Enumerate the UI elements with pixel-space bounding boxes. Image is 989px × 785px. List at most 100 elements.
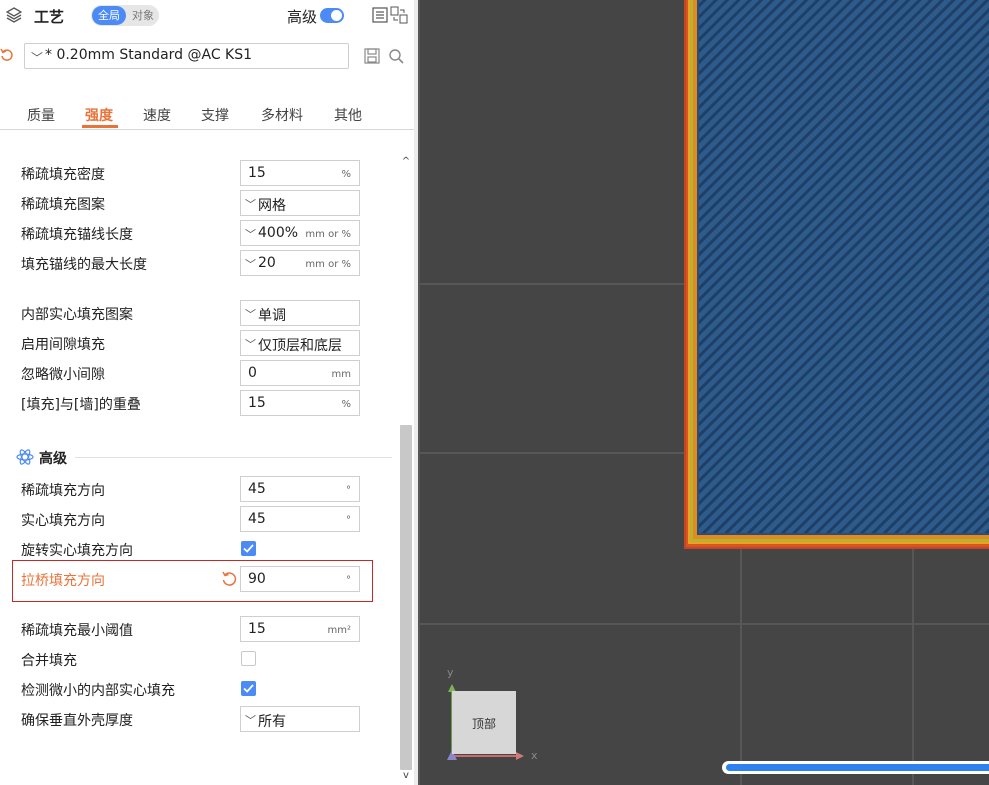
gap-fill-select[interactable]: ﹀ 仅顶层和底层 (240, 330, 360, 356)
compare-icon[interactable] (390, 6, 408, 24)
field-unit: % (341, 169, 351, 180)
chevron-down-icon: ﹀ (31, 51, 44, 65)
merge-infill-checkbox[interactable] (241, 651, 256, 666)
field-unit: ° (346, 485, 351, 496)
min-sparse-infill-threshold-input[interactable]: 15 mm² (240, 616, 360, 642)
chevron-down-icon: ﹀ (245, 308, 256, 321)
list-icon[interactable] (372, 7, 388, 23)
layers-icon (6, 7, 22, 23)
reset-icon[interactable] (221, 571, 237, 587)
scope-global-button[interactable]: 全局 (92, 6, 126, 25)
setting-label: 启用间隙填充 (21, 337, 105, 353)
setting-label: 确保垂直外壳厚度 (21, 713, 133, 729)
field-value: 90 (248, 571, 266, 587)
field-unit: mm² (327, 625, 352, 636)
progress-fill (726, 764, 989, 771)
sparse-infill-pattern-select[interactable]: ﹀ 网格 (240, 190, 360, 216)
sparse-infill-density-input[interactable]: 15 % (240, 160, 360, 186)
grid-line (418, 623, 989, 625)
undo-icon[interactable] (0, 48, 14, 62)
scope-object-button[interactable]: 对象 (128, 6, 158, 25)
field-value: 45 (248, 511, 266, 527)
sparse-infill-anchor-combo[interactable]: ﹀ 400% mm or % (240, 220, 360, 246)
setting-label: 稀疏填充最小阈值 (21, 623, 133, 639)
advanced-settings-icon (16, 449, 34, 465)
3d-viewport[interactable]: y x 顶部 (418, 0, 989, 785)
chevron-down-icon[interactable]: v (401, 771, 411, 781)
advanced-section-title: 高级 (39, 451, 67, 467)
field-value: 仅顶层和底层 (258, 338, 342, 354)
checkmark-icon (243, 544, 254, 553)
internal-solid-pattern-select[interactable]: ﹀ 单调 (240, 300, 360, 326)
chevron-down-icon: ﹀ (245, 338, 256, 351)
setting-label-modified: 拉桥填充方向 (21, 573, 105, 589)
search-icon[interactable] (388, 48, 404, 64)
field-value: 20 (258, 255, 276, 271)
profile-row: ﹀ * 0.20mm Standard @AC KS1 (0, 40, 418, 72)
setting-label: 旋转实心填充方向 (21, 543, 133, 559)
axis-x-label: x (531, 749, 538, 762)
field-unit: mm or % (305, 259, 351, 270)
field-unit: mm or % (305, 229, 351, 240)
tab-strength[interactable]: 强度 (85, 105, 113, 125)
infill-wall-overlap-input[interactable]: 15 % (240, 390, 360, 416)
tab-others[interactable]: 其他 (334, 105, 362, 125)
rotate-solid-infill-checkbox[interactable] (241, 541, 256, 556)
grid-line (418, 0, 420, 785)
preset-dropdown[interactable]: ﹀ * 0.20mm Standard @AC KS1 (24, 43, 349, 69)
scrollbar-thumb[interactable] (400, 425, 412, 770)
tab-speed[interactable]: 速度 (143, 105, 171, 125)
sparse-infill-direction-input[interactable]: 45 ° (240, 476, 360, 502)
field-value: 400% (258, 225, 299, 241)
active-tab-indicator (82, 125, 118, 128)
view-cube-label: 顶部 (471, 717, 496, 731)
tab-multimaterial[interactable]: 多材料 (261, 105, 303, 125)
setting-label: [填充]与[墙]的重叠 (21, 397, 141, 413)
field-value: 0 (248, 365, 257, 381)
section-divider (75, 457, 392, 458)
process-settings-panel: 工艺 全局 对象 高级 ﹀ * 0.20mm Standard @AC KS1 (0, 0, 418, 785)
advanced-toggle[interactable] (320, 8, 344, 23)
field-unit: mm (331, 369, 351, 380)
field-value: 15 (248, 621, 266, 637)
chevron-down-icon: ﹀ (245, 228, 256, 241)
tab-support[interactable]: 支撑 (201, 105, 229, 125)
field-unit: % (341, 399, 351, 410)
setting-label: 稀疏填充方向 (21, 483, 105, 499)
infill-anchor-max-combo[interactable]: ﹀ 20 mm or % (240, 250, 360, 276)
ensure-vertical-shell-select[interactable]: ﹀ 所有 (240, 706, 360, 732)
advanced-label: 高级 (287, 8, 318, 26)
setting-label: 实心填充方向 (21, 513, 105, 529)
save-icon[interactable] (364, 48, 380, 64)
axis-y-label: y (447, 666, 454, 679)
bridge-infill-direction-input[interactable]: 90 ° (240, 566, 360, 592)
solid-infill-direction-input[interactable]: 45 ° (240, 506, 360, 532)
chevron-down-icon: ﹀ (245, 198, 256, 211)
process-header: 工艺 全局 对象 高级 (0, 0, 418, 32)
setting-label: 稀疏填充锚线长度 (21, 227, 133, 243)
setting-label: 检测微小的内部实心填充 (21, 683, 175, 699)
field-unit: ° (346, 515, 351, 526)
chevron-up-icon[interactable]: ^ (401, 157, 411, 167)
filter-small-gaps-input[interactable]: 0 mm (240, 360, 360, 386)
preset-name: * 0.20mm Standard @AC KS1 (45, 47, 253, 63)
settings-tabs: 质量 强度 速度 支撑 多材料 其他 (0, 100, 418, 130)
detect-narrow-internal-solid-checkbox[interactable] (241, 681, 256, 696)
field-unit: ° (346, 575, 351, 586)
setting-label: 稀疏填充图案 (21, 197, 105, 213)
sliced-part-preview[interactable] (684, 0, 989, 549)
tab-quality[interactable]: 质量 (27, 105, 55, 125)
panel-title: 工艺 (34, 8, 65, 26)
view-cube[interactable]: 顶部 (452, 691, 516, 754)
field-value: 15 (248, 395, 266, 411)
field-value: 45 (248, 481, 266, 497)
field-value: 网格 (258, 198, 286, 214)
field-value: 15 (248, 165, 266, 181)
settings-scrollbar[interactable]: ^ v (398, 155, 414, 785)
chevron-down-icon: ﹀ (245, 714, 256, 727)
setting-label: 忽略微小间隙 (21, 367, 105, 383)
setting-label: 内部实心填充图案 (21, 307, 133, 323)
field-value: 所有 (258, 714, 286, 730)
scope-switch[interactable]: 全局 对象 (91, 5, 159, 26)
chevron-down-icon: ﹀ (245, 258, 256, 271)
